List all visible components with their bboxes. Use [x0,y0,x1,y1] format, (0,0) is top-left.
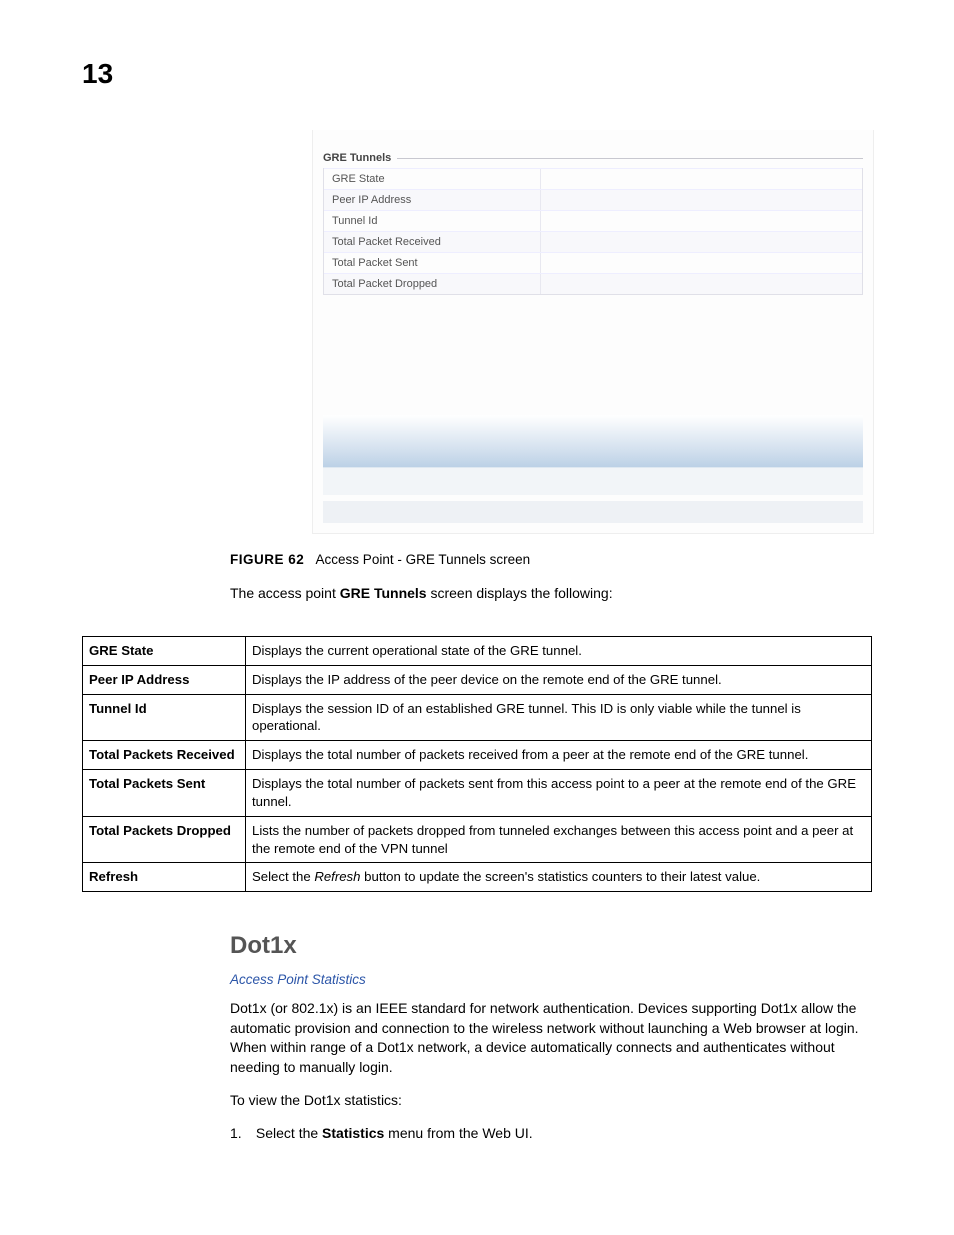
gre-tunnels-group-header: GRE Tunnels [323,152,863,164]
row-value [540,274,862,294]
figure-text: Access Point - GRE Tunnels screen [316,552,531,567]
page-number: 13 [82,58,113,90]
table-row: Total Packet Sent [324,252,862,273]
text: Select the [256,1125,322,1141]
term-cell: Tunnel Id [83,694,246,741]
term-cell: Total Packets Dropped [83,816,246,863]
desc-cell: Displays the total number of packets rec… [246,741,872,770]
step-number: 1. [230,1125,252,1141]
desc-cell: Displays the session ID of an establishe… [246,694,872,741]
divider [397,158,863,159]
text-bold: Statistics [322,1125,384,1141]
dot1x-description: Dot1x (or 802.1x) is an IEEE standard fo… [230,999,872,1077]
definition-table: GRE State Displays the current operation… [82,636,872,892]
text: menu from the Web UI. [384,1125,532,1141]
text: Select the [252,869,314,884]
screenshot-panel: GRE Tunnels GRE State Peer IP Address Tu… [312,130,874,534]
row-value [540,232,862,252]
text: button to update the screen's statistics… [361,869,761,884]
desc-cell: Displays the IP address of the peer devi… [246,665,872,694]
text-bold: GRE Tunnels [340,585,427,601]
row-label: Total Packet Sent [324,253,540,273]
row-label: Total Packet Dropped [324,274,540,294]
text-italic: Refresh [314,869,360,884]
view-stats-intro: To view the Dot1x statistics: [230,1091,872,1111]
term-cell: Peer IP Address [83,665,246,694]
row-label: Total Packet Received [324,232,540,252]
text: screen displays the following: [427,585,613,601]
footer-bar [323,501,863,523]
term-cell: Total Packets Received [83,741,246,770]
figure-label: FIGURE 62 [230,552,304,567]
row-value [540,253,862,273]
term-cell: GRE State [83,637,246,666]
table-row: Total Packets Dropped Lists the number o… [83,816,872,863]
term-cell: Total Packets Sent [83,770,246,817]
step-1: 1. Select the Statistics menu from the W… [230,1125,872,1141]
table-row: Tunnel Id Displays the session ID of an … [83,694,872,741]
table-row: Peer IP Address Displays the IP address … [83,665,872,694]
table-row: Total Packet Dropped [324,273,862,294]
breadcrumb-link[interactable]: Access Point Statistics [230,972,872,987]
table-row: GRE State [324,168,862,189]
table-row: Total Packets Sent Displays the total nu… [83,770,872,817]
desc-cell: Select the Refresh button to update the … [246,863,872,892]
table-row: Total Packets Received Displays the tota… [83,741,872,770]
text: The access point [230,585,340,601]
desc-cell: Displays the total number of packets sen… [246,770,872,817]
table-row: Peer IP Address [324,189,862,210]
term-cell: Refresh [83,863,246,892]
gre-tunnels-title: GRE Tunnels [323,152,391,164]
table-row: Refresh Select the Refresh button to upd… [83,863,872,892]
row-label: GRE State [324,169,540,189]
figure-caption: FIGURE 62 Access Point - GRE Tunnels scr… [230,552,872,567]
table-row: Total Packet Received [324,231,862,252]
section-heading-dot1x: Dot1x [230,932,872,960]
gre-tunnels-table: GRE State Peer IP Address Tunnel Id Tota… [323,168,863,295]
table-row: GRE State Displays the current operation… [83,637,872,666]
desc-cell: Lists the number of packets dropped from… [246,816,872,863]
table-row: Tunnel Id [324,210,862,231]
row-label: Tunnel Id [324,211,540,231]
intro-paragraph: The access point GRE Tunnels screen disp… [230,585,872,601]
row-value [540,190,862,210]
row-label: Peer IP Address [324,190,540,210]
row-value [540,211,862,231]
desc-cell: Displays the current operational state o… [246,637,872,666]
content-area-gradient [323,415,863,495]
row-value [540,169,862,189]
